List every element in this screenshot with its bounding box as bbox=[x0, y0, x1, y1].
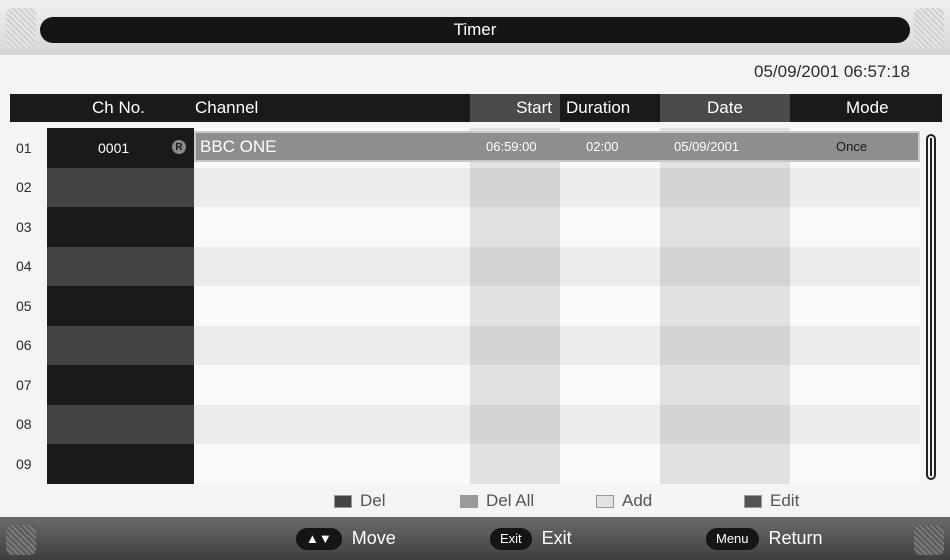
legend-del[interactable]: Del bbox=[334, 486, 386, 516]
legend-del-all-label: Del All bbox=[486, 491, 535, 510]
entry-mode: Once bbox=[836, 139, 868, 154]
page-title: Timer bbox=[453, 20, 497, 39]
legend-add-label: Add bbox=[622, 491, 653, 510]
table-row[interactable]: 05 bbox=[10, 286, 942, 326]
footer-return-label: Return bbox=[768, 528, 823, 548]
scrollbar-thumb[interactable] bbox=[930, 138, 932, 476]
scrollbar[interactable] bbox=[926, 134, 936, 480]
legend-edit[interactable]: Edit bbox=[744, 486, 799, 516]
entry-date: 05/09/2001 bbox=[674, 139, 740, 154]
entry-channel: BBC ONE bbox=[200, 136, 277, 156]
arrow-keys-icon: ▲▼ bbox=[296, 527, 342, 550]
table-row[interactable]: 01 0001 R BBC ONE 06:59:00 02:00 05/09/2… bbox=[10, 128, 942, 168]
entry-duration: 02:00 bbox=[586, 139, 619, 154]
col-header-mode: Mode bbox=[846, 98, 889, 117]
corner-decoration-bottom-left bbox=[6, 525, 36, 555]
selected-timer-entry[interactable]: BBC ONE 06:59:00 02:00 05/09/2001 Once bbox=[194, 131, 920, 162]
title-bar: Timer bbox=[40, 17, 910, 43]
col-header-duration: Duration bbox=[566, 98, 631, 117]
footer-return: Menu Return bbox=[706, 517, 823, 560]
record-icon: R bbox=[172, 140, 186, 154]
footer-exit: Exit Exit bbox=[490, 517, 572, 560]
table-row[interactable]: 06 bbox=[10, 325, 942, 365]
timer-screen: Timer 05/09/2001 06:57:18 Ch No. Channel… bbox=[0, 0, 950, 560]
legend-del-all[interactable]: Del All bbox=[460, 486, 534, 516]
yellow-key-icon bbox=[596, 494, 614, 508]
corner-decoration-bottom-right bbox=[914, 525, 944, 555]
table-row[interactable]: 02 bbox=[10, 167, 942, 207]
legend-add[interactable]: Add bbox=[596, 486, 652, 516]
table-row[interactable]: 03 bbox=[10, 207, 942, 247]
col-header-start: Start bbox=[470, 94, 560, 122]
timer-list: 01 0001 R BBC ONE 06:59:00 02:00 05/09/2… bbox=[10, 128, 942, 484]
col-header-date: Date bbox=[660, 94, 790, 122]
cell-ch-no: 0001 R bbox=[47, 128, 194, 168]
green-key-icon bbox=[460, 494, 478, 508]
menu-key-icon: Menu bbox=[706, 527, 759, 550]
red-key-icon bbox=[334, 494, 352, 508]
corner-decoration-right bbox=[914, 8, 944, 48]
footer-move: ▲▼ Move bbox=[296, 517, 396, 560]
footer-exit-label: Exit bbox=[541, 528, 572, 548]
color-key-legend: Del Del All Add Edit bbox=[0, 486, 950, 516]
table-row[interactable]: 08 bbox=[10, 404, 942, 444]
footer-move-label: Move bbox=[351, 528, 396, 548]
col-header-ch-no: Ch No. bbox=[92, 98, 145, 117]
title-frame: Timer bbox=[0, 0, 950, 55]
legend-del-label: Del bbox=[360, 491, 386, 510]
col-header-channel: Channel bbox=[195, 98, 259, 117]
table-row[interactable]: 04 bbox=[10, 246, 942, 286]
table-row[interactable]: 09 bbox=[10, 444, 942, 484]
current-datetime: 05/09/2001 06:57:18 bbox=[754, 62, 910, 81]
blue-key-icon bbox=[744, 494, 762, 508]
table-row[interactable]: 07 bbox=[10, 365, 942, 405]
footer-bar: ▲▼ Move Exit Exit Menu Return bbox=[0, 517, 950, 560]
table-header: Ch No. Channel Start Duration Date Mode bbox=[10, 94, 942, 122]
exit-key-icon: Exit bbox=[490, 527, 532, 550]
entry-start: 06:59:00 bbox=[486, 139, 537, 154]
legend-edit-label: Edit bbox=[770, 491, 800, 510]
corner-decoration-left bbox=[6, 8, 36, 48]
